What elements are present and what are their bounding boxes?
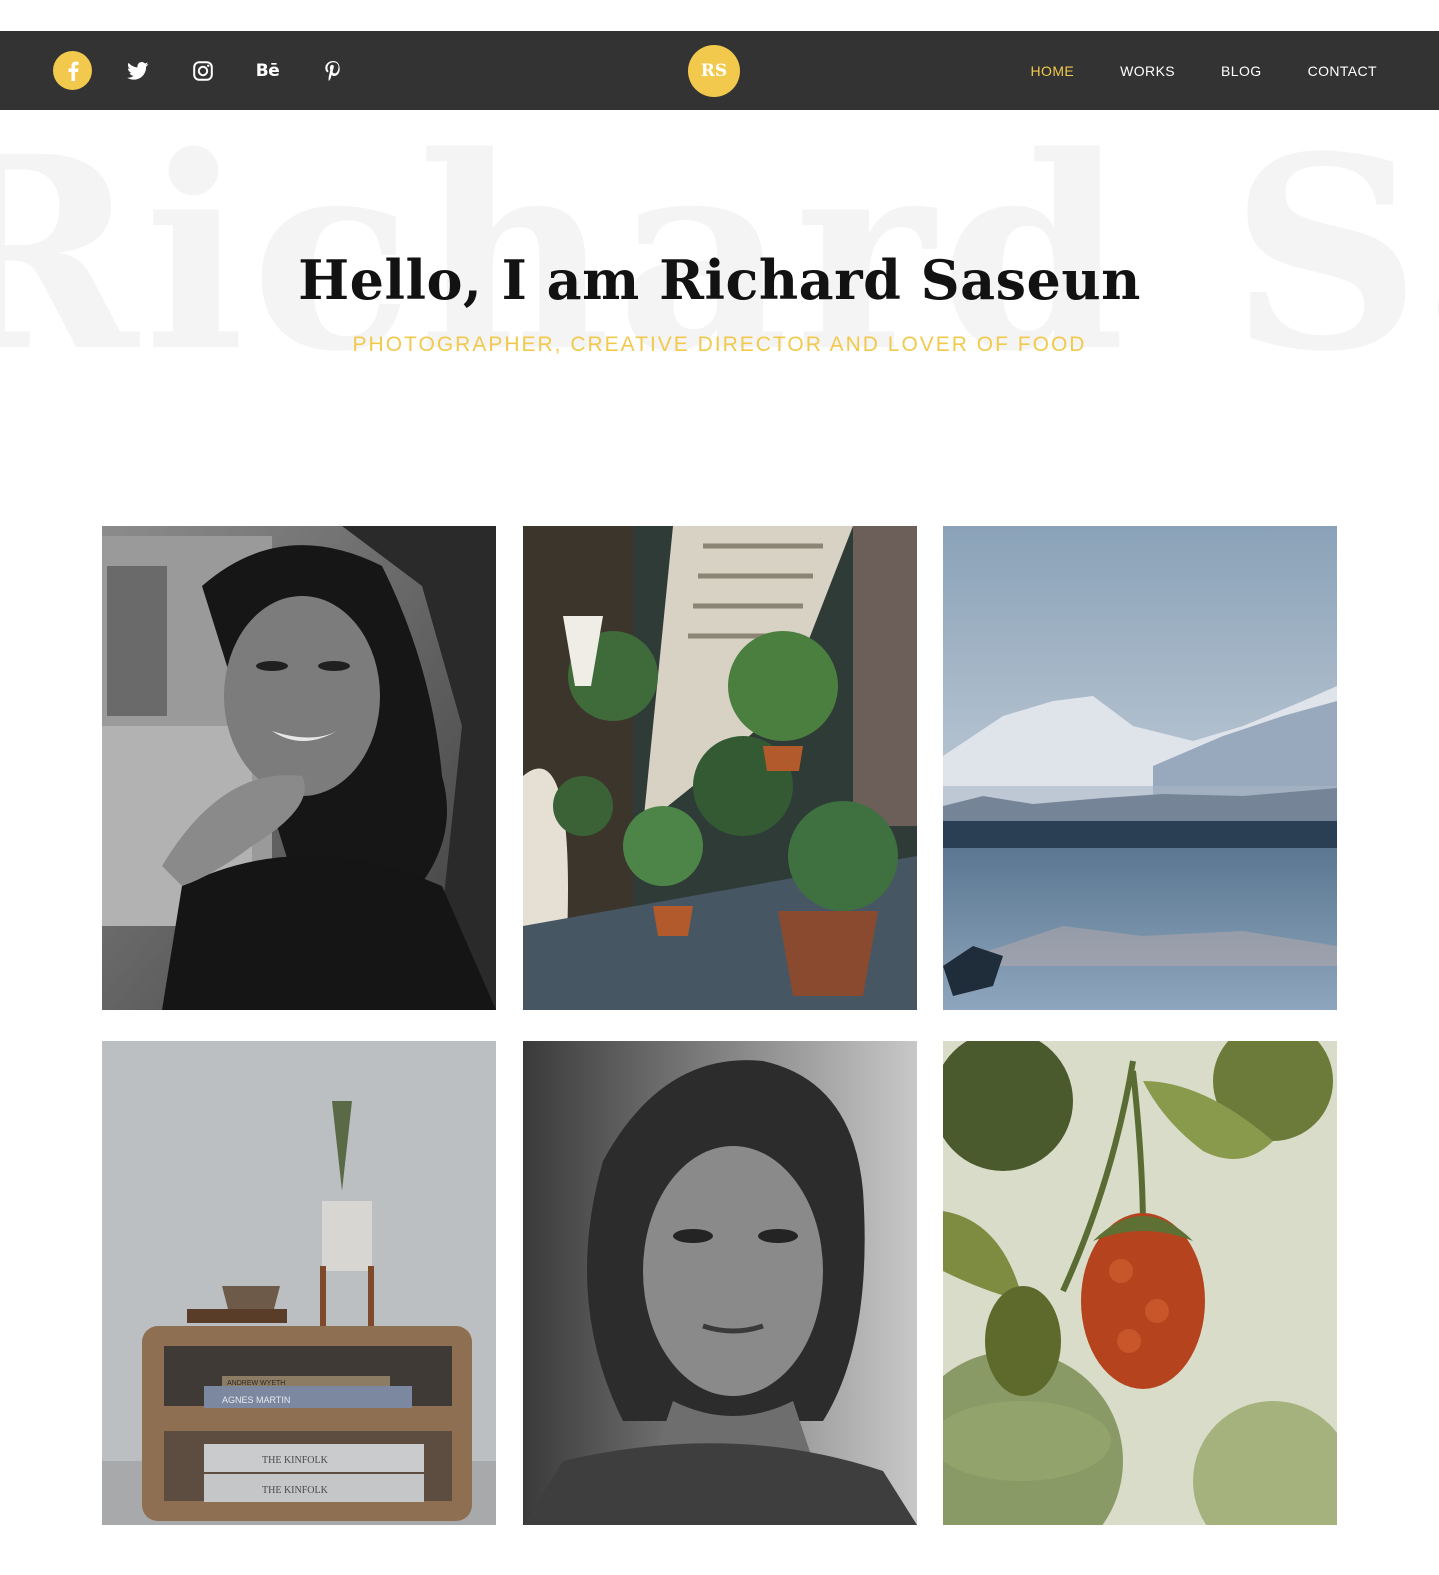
twitter-icon [126, 61, 148, 80]
hero-subtitle: PHOTOGRAPHER, CREATIVE DIRECTOR AND LOVE… [352, 333, 1087, 356]
social-links: Bē [53, 51, 378, 90]
book-label-0: ANDREW WYETH [227, 1380, 285, 1387]
nav-blog[interactable]: BLOG [1221, 63, 1262, 79]
nav-contact[interactable]: CONTACT [1308, 63, 1377, 79]
hero: Richard Saseun Hello, I am Richard Saseu… [0, 110, 1439, 440]
gallery-item-portrait-freckled[interactable] [523, 1041, 917, 1525]
nav-works[interactable]: WORKS [1120, 63, 1175, 79]
book-label-1: AGNES MARTIN [222, 1395, 290, 1405]
main-nav: HOME WORKS BLOG CONTACT [985, 31, 1377, 110]
behance-link[interactable]: Bē [248, 51, 287, 90]
gallery-item-portrait-smiling[interactable] [102, 526, 496, 1010]
portrait-photo [523, 1041, 917, 1525]
book-label-2: THE KINFOLK [262, 1455, 329, 1466]
twitter-link[interactable] [118, 51, 157, 90]
raspberry-photo [943, 1041, 1337, 1525]
landscape-photo [943, 526, 1337, 1010]
top-bar: Bē RS HOME WORKS BLOG CONTACT [0, 31, 1439, 110]
facebook-link[interactable] [53, 51, 92, 90]
nav-home[interactable]: HOME [1031, 63, 1075, 79]
gallery-item-shelf-books[interactable]: AGNES MARTIN ANDREW WYETH THE KINFOLK TH… [102, 1041, 496, 1525]
instagram-link[interactable] [183, 51, 222, 90]
pinterest-icon [324, 60, 340, 81]
gallery-item-plant-staircase[interactable] [523, 526, 917, 1010]
page-title: Hello, I am Richard Saseun [298, 248, 1141, 312]
book-label-3: THE KINFOLK [262, 1485, 329, 1496]
shelf-photo: AGNES MARTIN ANDREW WYETH THE KINFOLK TH… [102, 1041, 496, 1525]
behance-icon: Bē [255, 60, 280, 81]
facebook-icon [68, 61, 79, 81]
instagram-icon [192, 60, 213, 81]
gallery-item-raspberry[interactable] [943, 1041, 1337, 1525]
pinterest-link[interactable] [313, 51, 352, 90]
logo-text: RS [700, 61, 728, 81]
plants-photo [523, 526, 917, 1010]
gallery-item-mountain-lake[interactable] [943, 526, 1337, 1010]
portrait-photo [102, 526, 496, 1010]
site-logo[interactable]: RS [688, 45, 740, 97]
